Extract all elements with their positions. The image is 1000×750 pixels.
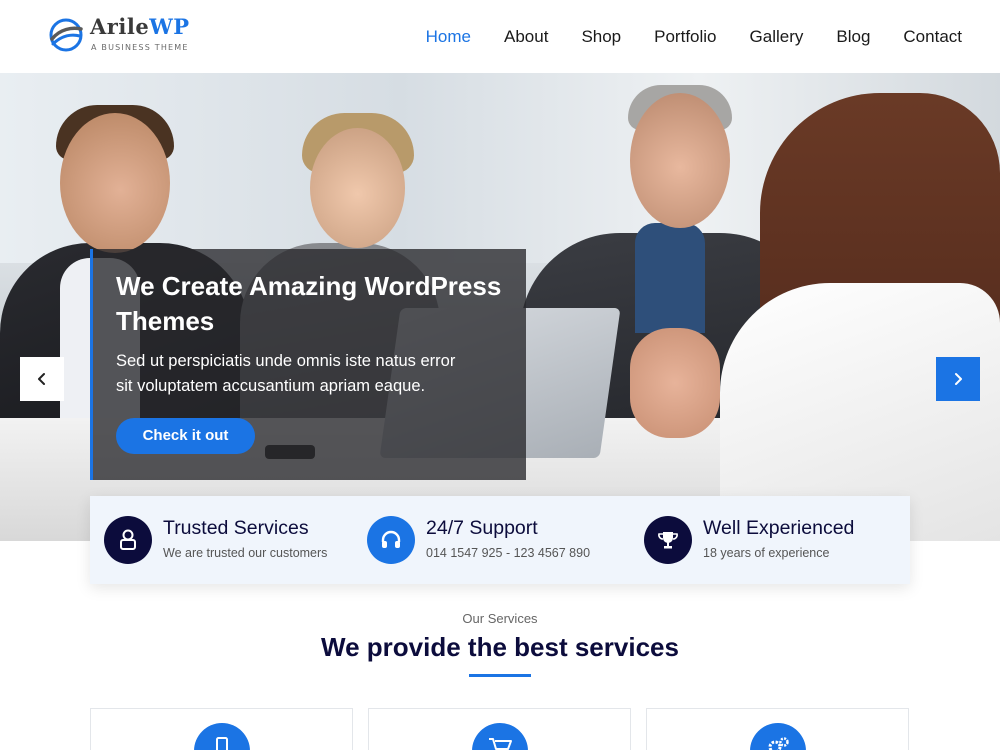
services-title: We provide the best services (321, 632, 679, 662)
photo-hand (630, 328, 720, 438)
site-logo[interactable]: ArileWP A BUSINESS THEME (48, 14, 198, 58)
nav-shop[interactable]: Shop (581, 27, 621, 47)
brand-name: ArileWP (90, 14, 190, 39)
trophy-icon (644, 516, 692, 564)
feature-subtitle: We are trusted our customers (163, 546, 328, 560)
service-card[interactable] (646, 708, 909, 750)
nav-blog[interactable]: Blog (836, 27, 870, 47)
chevron-left-icon (38, 373, 45, 385)
feature-subtitle: 014 1547 925 - 123 4567 890 (426, 546, 591, 560)
nav-portfolio[interactable]: Portfolio (654, 27, 716, 47)
nav-gallery[interactable]: Gallery (750, 27, 804, 47)
brand-tagline: A BUSINESS THEME (91, 43, 189, 52)
hero-title: We Create Amazing WordPress Themes (116, 271, 502, 336)
feature-title: 24/7 Support (426, 517, 538, 539)
globe-swoosh-icon (49, 18, 83, 52)
hero-caption: We Create Amazing WordPress Themes Sed u… (90, 249, 526, 480)
site-header: ArileWP A BUSINESS THEME Home About Shop… (0, 0, 1000, 73)
feature-subtitle: 18 years of experience (703, 546, 830, 560)
nav-contact[interactable]: Contact (903, 27, 962, 47)
photo-shirt (635, 223, 705, 333)
feature-title: Trusted Services (163, 517, 309, 539)
chevron-right-icon (955, 373, 962, 385)
mobile-icon (194, 723, 250, 750)
service-card[interactable] (90, 708, 353, 750)
slider-next-button[interactable] (936, 357, 980, 401)
check-it-out-button[interactable]: Check it out (116, 418, 255, 454)
nav-about[interactable]: About (504, 27, 548, 47)
services-kicker: Our Services (462, 611, 538, 626)
feature-title: Well Experienced (703, 517, 855, 539)
main-nav: Home About Shop Portfolio Gallery Blog C… (393, 0, 962, 73)
feature-strip: Trusted Services We are trusted our cust… (90, 496, 910, 584)
photo-head (630, 93, 730, 228)
headset-icon (367, 516, 415, 564)
service-card[interactable] (368, 708, 631, 750)
user-lock-icon (104, 516, 152, 564)
hero-slider: We Create Amazing WordPress Themes Sed u… (0, 73, 1000, 541)
nav-home[interactable]: Home (426, 27, 471, 47)
photo-head (310, 128, 405, 248)
services-title-underline (469, 674, 531, 677)
cart-icon (472, 723, 528, 750)
photo-head (60, 113, 170, 253)
hero-text: Sed ut perspiciatis unde omnis iste natu… (116, 352, 456, 395)
gears-icon (750, 723, 806, 750)
slider-prev-button[interactable] (20, 357, 64, 401)
